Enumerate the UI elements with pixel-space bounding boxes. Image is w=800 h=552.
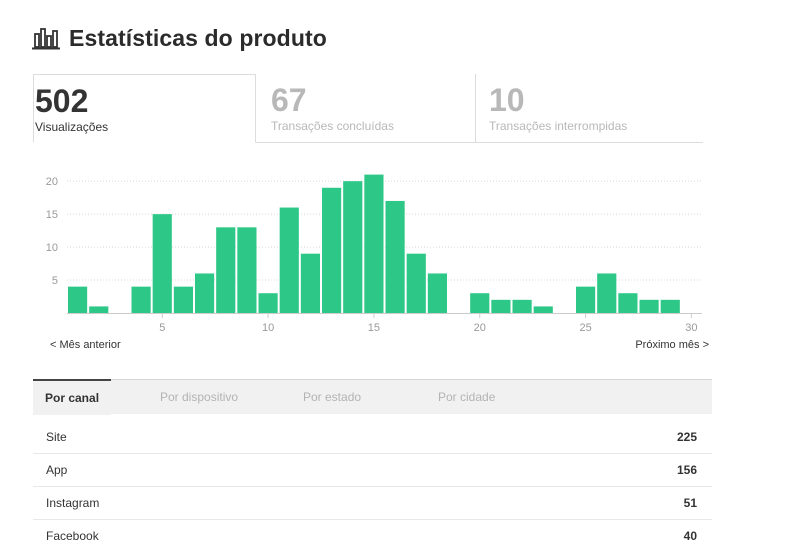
stat-label: Transações interrompidas [489,119,628,133]
bar-chart: 5 10 15 20 5 10 15 20 25 30 [46,174,702,334]
tab-by-state[interactable]: Por estado [291,380,373,414]
chart-bar[interactable] [300,253,320,313]
chart-bar[interactable] [89,306,109,313]
channel-list: Site 225 App 156 Instagram 51 Facebook 4… [33,421,712,552]
channel-value: 156 [676,463,697,477]
channel-name: Site [46,430,67,444]
chart-bar[interactable] [406,253,426,313]
chart-bar[interactable] [618,293,638,313]
breakdown-tabs: Por canal Por dispositivo Por estado Por… [33,379,712,415]
chart-bar[interactable] [279,207,299,313]
chart-bar[interactable] [258,293,278,313]
chart-bar[interactable] [322,187,342,313]
stat-tab-interrupted-transactions[interactable]: 10 Transações interrompidas [475,74,703,142]
stat-label: Visualizações [35,120,109,134]
chart-bar[interactable] [385,200,405,313]
y-tick-label: 15 [46,209,58,221]
chart-bar[interactable] [470,293,490,313]
y-tick-label: 10 [46,242,58,254]
chart-bar[interactable] [576,286,596,313]
next-month-link[interactable]: Próximo mês > [635,339,709,351]
chart-bar[interactable] [364,174,384,313]
y-tick-label: 20 [46,176,58,188]
tab-by-channel[interactable]: Por canal [33,379,112,415]
chart-bar[interactable] [195,273,215,313]
x-tick-label: 15 [368,322,380,334]
chart-bar[interactable] [152,214,172,313]
chart-bar[interactable] [427,273,447,313]
channel-value: 225 [676,430,697,444]
channel-name: Facebook [46,529,99,543]
list-item: Site 225 [33,421,712,454]
chart-bar[interactable] [597,273,617,313]
chart-bar[interactable] [216,227,236,313]
chart-bar[interactable] [639,299,659,313]
stat-tab-completed-transactions[interactable]: 67 Transações concluídas [271,74,476,142]
x-tick-label: 5 [159,322,165,334]
x-tick-label: 30 [685,322,697,334]
page-header: Estatísticas do produto [32,20,327,56]
stat-tab-views[interactable]: 502 Visualizações [33,74,256,143]
channel-name: Instagram [46,496,100,510]
chart-bar[interactable] [68,286,88,313]
tab-by-device[interactable]: Por dispositivo [148,380,250,414]
chart-bar[interactable] [491,299,511,313]
chart-bar[interactable] [131,286,151,313]
list-item: Instagram 51 [33,487,712,520]
channel-name: App [46,463,68,477]
stat-value: 10 [489,82,525,118]
previous-month-link[interactable]: < Mês anterior [50,339,121,351]
x-tick-label: 20 [474,322,486,334]
y-tick-label: 5 [52,275,58,287]
list-item: App 156 [33,454,712,487]
stats-tabs: 502 Visualizações 67 Transações concluíd… [33,74,703,143]
list-item: Facebook 40 [33,520,712,552]
stat-value: 67 [271,82,307,118]
chart-bar[interactable] [660,299,680,313]
x-tick-label: 25 [579,322,591,334]
x-tick-label: 10 [262,322,274,334]
stat-value: 502 [35,83,89,119]
page-title: Estatísticas do produto [69,24,327,51]
chart-bar[interactable] [343,181,363,313]
chart-bar[interactable] [533,306,553,313]
chart-bar[interactable] [173,286,193,313]
channel-value: 40 [683,529,697,543]
stat-label: Transações concluídas [271,119,394,133]
views-chart: 5 10 15 20 5 10 15 20 25 30 [36,158,708,338]
chart-bar[interactable] [237,227,257,313]
channel-value: 51 [683,496,697,510]
tab-by-city[interactable]: Por cidade [426,380,507,414]
bar-chart-icon [32,24,60,52]
chart-bar[interactable] [512,299,532,313]
